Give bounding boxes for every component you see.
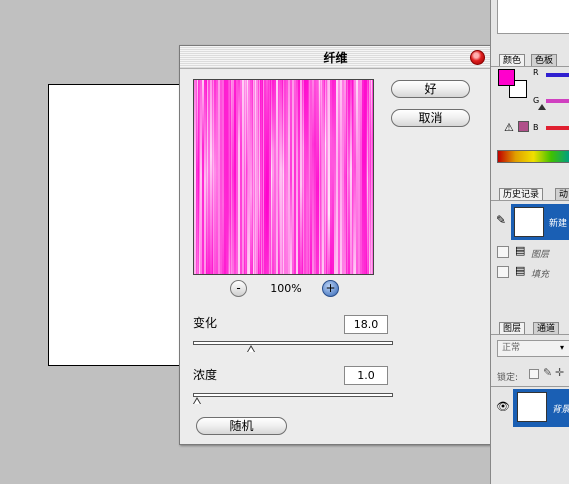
cancel-button[interactable]: 取消 <box>391 109 470 127</box>
chevron-down-icon: ▾ <box>560 343 565 352</box>
variance-slider-track[interactable] <box>193 341 393 352</box>
channel-g-slider[interactable] <box>546 99 569 103</box>
close-icon[interactable] <box>470 50 485 65</box>
navigator-panel <box>497 0 569 34</box>
zoom-in-button[interactable]: + <box>322 280 339 297</box>
color-ramp[interactable] <box>497 150 569 163</box>
lock-transparency-icon[interactable] <box>529 369 539 379</box>
channel-b-slider[interactable] <box>546 126 569 130</box>
web-safe-color-swatch[interactable] <box>518 121 529 132</box>
fibers-dialog: 纤维 - 100% + 好 取消 变化 18.0 浓度 1.0 随机 <box>179 45 492 445</box>
lock-brush-icon[interactable]: ✎ <box>543 366 552 379</box>
panels-dock: 颜色 色板 R G ⚠ B 历史记录 动 ✎ 新建 ▤ 图层 ▤ 填充 图层 通… <box>490 0 569 484</box>
strength-slider-thumb[interactable] <box>193 397 201 404</box>
randomize-button[interactable]: 随机 <box>196 417 287 435</box>
document-icon: ▤ <box>515 264 526 277</box>
warning-icon: ⚠ <box>504 121 514 134</box>
strength-slider-track[interactable] <box>193 393 393 404</box>
dialog-title: 纤维 <box>323 51 348 65</box>
channel-g-thumb[interactable] <box>538 104 546 110</box>
history-snapshot-thumbnail <box>514 207 544 237</box>
ok-button[interactable]: 好 <box>391 80 470 98</box>
panel-divider <box>491 334 569 335</box>
panel-divider <box>491 200 569 201</box>
strength-input[interactable]: 1.0 <box>344 366 388 385</box>
lock-move-icon[interactable]: ✛ <box>555 366 564 379</box>
strength-label: 浓度 <box>193 368 218 382</box>
channel-r-slider[interactable] <box>546 73 569 77</box>
channel-b-label: B <box>533 123 539 132</box>
history-checkbox[interactable] <box>497 266 509 278</box>
history-item-label: 新建 <box>549 219 568 229</box>
fiber-strand <box>372 80 373 274</box>
panel-divider <box>491 66 569 67</box>
history-checkbox[interactable] <box>497 246 509 258</box>
history-brush-icon[interactable]: ✎ <box>496 213 506 227</box>
history-item-label[interactable]: 图层 <box>531 247 549 260</box>
eye-icon[interactable]: 👁 <box>496 400 510 413</box>
variance-input[interactable]: 18.0 <box>344 315 388 334</box>
lock-label: 锁定: <box>497 373 519 383</box>
variance-label: 变化 <box>193 316 218 330</box>
channel-r-label: R <box>533 68 539 77</box>
history-item-label[interactable]: 填充 <box>531 267 549 280</box>
layer-row[interactable]: 背景 <box>513 389 569 427</box>
zoom-out-button[interactable]: - <box>230 280 247 297</box>
foreground-color-swatch[interactable] <box>498 69 515 86</box>
blend-mode-select[interactable]: 正常 <box>497 340 569 357</box>
zoom-level: 100% <box>270 282 302 295</box>
document-icon: ▤ <box>515 244 526 257</box>
filter-preview[interactable] <box>193 79 374 275</box>
dialog-titlebar[interactable]: 纤维 <box>180 46 491 69</box>
panel-divider <box>491 386 569 387</box>
variance-slider-thumb[interactable] <box>246 345 255 352</box>
layer-thumbnail <box>517 392 547 422</box>
history-item-selected[interactable]: 新建 <box>511 204 569 240</box>
document-canvas[interactable] <box>48 84 180 366</box>
layer-name: 背景 <box>552 405 569 415</box>
